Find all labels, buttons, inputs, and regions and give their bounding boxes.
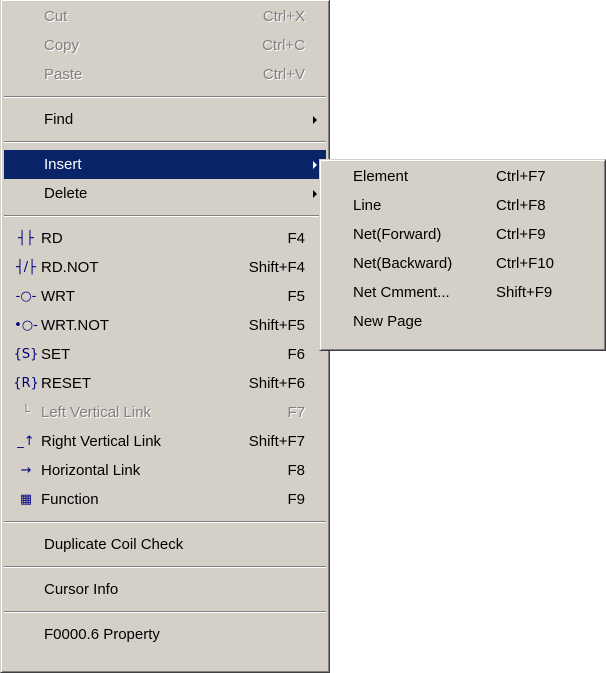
menu-item-shortcut: F6 <box>287 346 305 363</box>
menu-item-label: Cursor Info <box>44 581 119 598</box>
menu-separator <box>4 96 326 98</box>
function-block-icon: ▦ <box>19 492 33 507</box>
menu-separator <box>4 215 326 217</box>
menu-separator <box>4 611 326 613</box>
menu-item-set[interactable]: {S} SET F6 <box>1 340 329 369</box>
submenu-item-net-forward[interactable]: Net(Forward) Ctrl+F9 <box>320 220 605 249</box>
menu-item-shortcut: Shift+F5 <box>248 317 305 334</box>
menu-item-label: Element <box>353 168 409 185</box>
menu-item-label: Left Vertical Link <box>41 404 152 421</box>
menu-item-label: F0000.6 Property <box>44 626 160 643</box>
contact-not-icon: ┤/├ <box>15 260 37 275</box>
menu-separator <box>4 521 326 523</box>
menu-item-label: Paste <box>44 66 83 83</box>
menu-item-shortcut: Ctrl+F10 <box>496 255 554 272</box>
submenu-arrow-icon <box>313 161 317 169</box>
menu-item-left-vertical-link: └ Left Vertical Link F7 <box>1 398 329 427</box>
menu-item-label: Function <box>41 491 99 508</box>
menu-item-find[interactable]: Find <box>1 105 329 134</box>
menu-item-label: Net Cmment... <box>353 284 450 301</box>
menu-item-horizontal-link[interactable]: → Horizontal Link F8 <box>1 456 329 485</box>
menu-item-label: New Page <box>353 313 423 330</box>
menu-item-shortcut: Shift+F4 <box>248 259 305 276</box>
menu-item-label: Find <box>44 111 74 128</box>
menu-item-rd[interactable]: ┤├ RD F4 <box>1 224 329 253</box>
menu-item-wrt[interactable]: -○- WRT F5 <box>1 282 329 311</box>
menu-item-label: Net(Backward) <box>353 255 453 272</box>
menu-item-label: Delete <box>44 185 88 202</box>
right-vertical-link-icon: _↑ <box>17 434 35 449</box>
submenu-item-net-backward[interactable]: Net(Backward) Ctrl+F10 <box>320 249 605 278</box>
horizontal-link-icon: → <box>20 463 32 478</box>
menu-item-label: Line <box>353 197 382 214</box>
menu-item-duplicate-coil-check[interactable]: Duplicate Coil Check <box>1 530 329 559</box>
menu-item-shortcut: Ctrl+X <box>262 8 305 25</box>
menu-item-property[interactable]: F0000.6 Property <box>1 620 329 649</box>
menu-item-shortcut: F9 <box>287 491 305 508</box>
menu-item-label: Cut <box>44 8 68 25</box>
menu-item-insert[interactable]: Insert <box>4 150 326 179</box>
submenu-arrow-icon <box>313 116 317 124</box>
menu-item-label: Duplicate Coil Check <box>44 536 184 553</box>
menu-item-shortcut: Ctrl+V <box>262 66 305 83</box>
menu-item-cursor-info[interactable]: Cursor Info <box>1 575 329 604</box>
menu-item-shortcut: Shift+F9 <box>496 284 553 301</box>
menu-item-delete[interactable]: Delete <box>1 179 329 208</box>
coil-icon: -○- <box>15 289 37 304</box>
submenu-item-line[interactable]: Line Ctrl+F8 <box>320 191 605 220</box>
context-menu: Cut Ctrl+X Copy Ctrl+C Paste Ctrl+V Find… <box>0 0 330 673</box>
menu-item-copy: Copy Ctrl+C <box>1 31 329 60</box>
menu-item-shortcut: Ctrl+F9 <box>496 226 546 243</box>
menu-item-right-vertical-link[interactable]: _↑ Right Vertical Link Shift+F7 <box>1 427 329 456</box>
submenu-item-net-comment[interactable]: Net Cmment... Shift+F9 <box>320 278 605 307</box>
menu-item-label: RESET <box>41 375 92 392</box>
menu-item-label: SET <box>41 346 71 363</box>
reset-coil-icon: {R} <box>13 376 39 391</box>
menu-item-label: Horizontal Link <box>41 462 141 479</box>
menu-item-label: Right Vertical Link <box>41 433 162 450</box>
menu-item-reset[interactable]: {R} RESET Shift+F6 <box>1 369 329 398</box>
menu-item-label: WRT <box>41 288 75 305</box>
menu-item-shortcut: Shift+F6 <box>248 375 305 392</box>
contact-icon: ┤├ <box>18 231 34 246</box>
menu-item-shortcut: Ctrl+F7 <box>496 168 546 185</box>
menu-item-shortcut: F7 <box>287 404 305 421</box>
menu-item-label: RD.NOT <box>41 259 99 276</box>
menu-item-cut: Cut Ctrl+X <box>1 2 329 31</box>
set-coil-icon: {S} <box>13 347 39 362</box>
menu-item-function[interactable]: ▦ Function F9 <box>1 485 329 514</box>
menu-item-wrt-not[interactable]: •○- WRT.NOT Shift+F5 <box>1 311 329 340</box>
menu-item-shortcut: F4 <box>287 230 305 247</box>
menu-separator <box>4 141 326 143</box>
menu-item-label: RD <box>41 230 63 247</box>
menu-item-rd-not[interactable]: ┤/├ RD.NOT Shift+F4 <box>1 253 329 282</box>
menu-item-label: WRT.NOT <box>41 317 110 334</box>
left-vertical-link-icon: └ <box>22 405 30 420</box>
menu-item-shortcut: Shift+F7 <box>248 433 305 450</box>
menu-item-label: Copy <box>44 37 80 54</box>
insert-submenu: Element Ctrl+F7 Line Ctrl+F8 Net(Forward… <box>319 159 606 351</box>
submenu-item-new-page[interactable]: New Page <box>320 307 605 336</box>
menu-item-label: Net(Forward) <box>353 226 442 243</box>
coil-not-icon: •○- <box>14 318 38 333</box>
submenu-arrow-icon <box>313 190 317 198</box>
menu-item-shortcut: Ctrl+C <box>262 37 305 54</box>
menu-separator <box>4 566 326 568</box>
submenu-item-element[interactable]: Element Ctrl+F7 <box>320 162 605 191</box>
menu-item-shortcut: Ctrl+F8 <box>496 197 546 214</box>
menu-item-shortcut: F8 <box>287 462 305 479</box>
menu-item-label: Insert <box>44 156 82 173</box>
menu-item-shortcut: F5 <box>287 288 305 305</box>
menu-item-paste: Paste Ctrl+V <box>1 60 329 89</box>
